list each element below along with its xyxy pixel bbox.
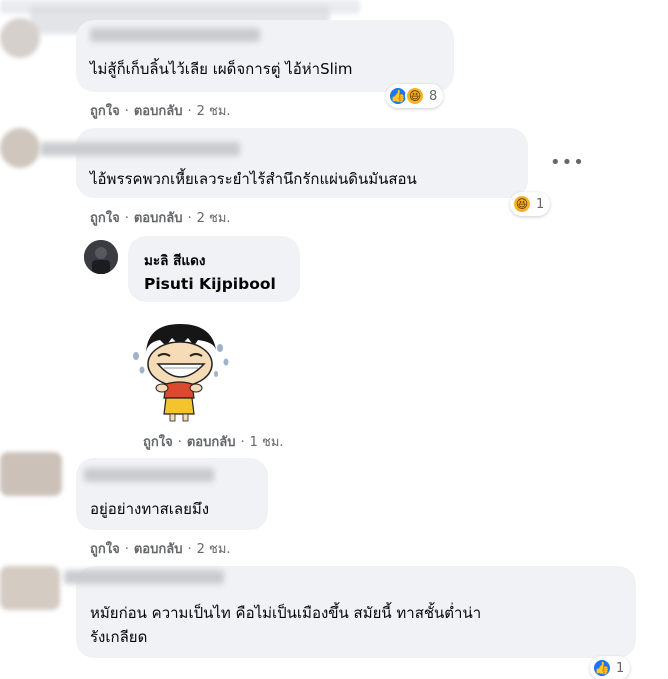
separator: · [177, 435, 182, 450]
comment-text-line1: หมัยก่อน ความเป็นไท คือไม่เป็นเมืองขึ้น … [90, 604, 482, 622]
comment-text-line2: รังเกลียด [90, 628, 148, 646]
separator: · [124, 542, 129, 557]
timestamp[interactable]: 2 ชม. [197, 104, 231, 119]
comment-actions: ถูกใจ · ตอบกลับ · 2 ชม. [90, 538, 231, 559]
commenter-avatar[interactable] [0, 566, 60, 610]
reaction-count: 1 [536, 196, 545, 212]
avatar-image [84, 240, 118, 274]
like-link[interactable]: ถูกใจ [90, 542, 120, 557]
reply-author[interactable]: มะลิ สีแดง [144, 249, 205, 271]
reply-link[interactable]: ตอบกลับ [187, 435, 236, 450]
reaction-summary[interactable]: 😆 1 [510, 192, 551, 216]
comment-actions: ถูกใจ · ตอบกลับ · 2 ชม. [90, 207, 231, 228]
laughing-crying-sticker [128, 318, 232, 422]
timestamp[interactable]: 2 ชม. [197, 542, 231, 557]
reply-mention[interactable]: Pisuti Kijpibool [144, 273, 276, 295]
separator: · [240, 435, 245, 450]
haha-icon: 😆 [405, 86, 425, 106]
commenter-name[interactable] [84, 468, 214, 482]
commenter-avatar[interactable] [0, 452, 62, 496]
comment-bubble: หมัยก่อน ความเป็นไท คือไม่เป็นเมืองขึ้น … [64, 566, 636, 658]
comment-bubble: อยู่อย่างทาสเลยมึง [76, 458, 268, 530]
reply-link[interactable]: ตอบกลับ [134, 104, 183, 119]
comment-text: ไอ้พรรคพวกเหี้ยเลวระยำไร้สำนึกรักแผ่นดิน… [90, 170, 417, 188]
timestamp[interactable]: 1 ชม. [250, 435, 284, 450]
reply-actions: ถูกใจ · ตอบกลับ · 1 ชม. [143, 431, 284, 452]
like-link[interactable]: ถูกใจ [90, 104, 120, 119]
comment-actions: ถูกใจ · ตอบกลับ · 2 ชม. [90, 100, 231, 121]
reaction-summary[interactable]: 👍 1 [590, 656, 631, 679]
commenter-avatar[interactable] [0, 18, 40, 58]
comment-text: อยู่อย่างทาสเลยมึง [90, 500, 210, 518]
separator: · [187, 542, 192, 557]
separator: · [124, 104, 129, 119]
reaction-summary[interactable]: 👍 😆 8 [386, 84, 444, 108]
reaction-count: 8 [429, 88, 438, 104]
haha-icon: 😆 [512, 194, 532, 214]
like-link[interactable]: ถูกใจ [90, 211, 120, 226]
comment-text: ไม่สู้ก็เก็บลิ้นไว้เลีย เผด็จการตู่ ไอ้ห… [90, 60, 353, 78]
reply-link[interactable]: ตอบกลับ [134, 211, 183, 226]
commenter-avatar[interactable] [0, 128, 40, 168]
timestamp[interactable]: 2 ชม. [197, 211, 231, 226]
commenter-name[interactable] [40, 142, 240, 156]
more-options-icon[interactable]: ••• [550, 152, 585, 173]
reply-link[interactable]: ตอบกลับ [134, 542, 183, 557]
reaction-count: 1 [616, 660, 625, 676]
separator: · [187, 104, 192, 119]
like-icon: 👍 [592, 658, 612, 678]
commenter-name[interactable] [90, 28, 260, 42]
comment-bubble: ไอ้พรรคพวกเหี้ยเลวระยำไร้สำนึกรักแผ่นดิน… [40, 128, 528, 198]
reply-bubble: มะลิ สีแดง Pisuti Kijpibool [128, 236, 300, 302]
separator: · [124, 211, 129, 226]
like-link[interactable]: ถูกใจ [143, 435, 173, 450]
comment-bubble: ไม่สู้ก็เก็บลิ้นไว้เลีย เผด็จการตู่ ไอ้ห… [76, 20, 454, 92]
commenter-name[interactable] [64, 570, 224, 584]
separator: · [187, 211, 192, 226]
reply-avatar[interactable] [84, 240, 118, 274]
